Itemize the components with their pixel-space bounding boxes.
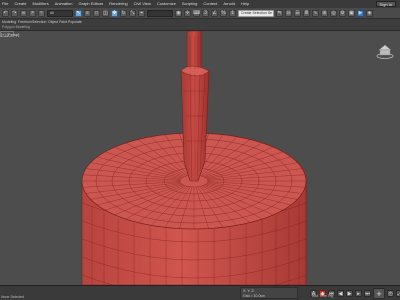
- coord-z-label[interactable]: Z:: [251, 289, 254, 293]
- select-and-move-icon[interactable]: ✥: [111, 9, 118, 17]
- viewport-label[interactable]: [+] [Persp]: [1, 32, 19, 37]
- menu-arnold[interactable]: Arnold: [223, 0, 235, 8]
- select-and-scale-icon[interactable]: ⤡: [129, 9, 136, 17]
- percent-snap-icon[interactable]: %: [220, 9, 227, 17]
- menu-create[interactable]: Create: [14, 0, 26, 8]
- unlink-icon[interactable]: ≠: [29, 9, 36, 17]
- maximize-viewport-icon[interactable]: ⤢: [396, 290, 400, 297]
- select-and-rotate-icon[interactable]: ↻: [120, 9, 127, 17]
- angle-snap-icon[interactable]: ∠: [211, 9, 218, 17]
- pan-view-icon[interactable]: +: [373, 288, 385, 299]
- selection-status: None Selected: [1, 295, 24, 299]
- menu-graph-editors[interactable]: Graph Editors: [79, 0, 104, 8]
- scene-3d: [81, 31, 307, 285]
- ribbon-panel-polygon-modeling[interactable]: Polygon Modeling: [2, 25, 30, 29]
- redo-icon[interactable]: ↷: [11, 9, 18, 17]
- menu-file[interactable]: File: [2, 0, 8, 8]
- next-frame-icon[interactable]: ▸: [355, 290, 362, 297]
- rod-object[interactable]: [180, 31, 210, 182]
- coordinate-display: X: Y: Z: Grid = 10.0cm: [240, 287, 298, 299]
- bind-space-warp-icon[interactable]: ≈: [38, 9, 45, 17]
- status-bar: None Selected X: Y: Z: Grid = 10.0cm A ◆…: [0, 285, 400, 300]
- ribbon-tab-freeform[interactable]: Freeform: [18, 20, 32, 24]
- reference-coordinate-dropdown[interactable]: [147, 9, 173, 17]
- menu-animation[interactable]: Animation: [55, 0, 73, 8]
- selection-filter-dropdown[interactable]: All: [47, 9, 73, 17]
- menu-bar: File Create Modifiers Animation Graph Ed…: [0, 0, 400, 8]
- toggle-scene-explorer-icon[interactable]: ☰: [294, 9, 301, 17]
- menu-civil-view[interactable]: Civil View: [134, 0, 151, 8]
- rendered-frame-window-icon[interactable]: ▣: [348, 9, 355, 17]
- select-by-name-icon[interactable]: ≡: [84, 9, 91, 17]
- coord-y-label[interactable]: Y:: [247, 289, 250, 293]
- rectangular-selection-icon[interactable]: □: [93, 9, 100, 17]
- select-object-icon[interactable]: ↖: [75, 9, 82, 17]
- render-iterative-icon[interactable]: ◈: [366, 9, 373, 17]
- menu-help[interactable]: Help: [241, 0, 249, 8]
- menu-rendering[interactable]: Rendering: [109, 0, 127, 8]
- named-selection-sets-dropdown[interactable]: Create Selection Se: [238, 9, 274, 17]
- ribbon: Modeling Freeform Selection Object Paint…: [0, 19, 400, 31]
- select-and-place-icon[interactable]: ⌖: [138, 9, 145, 17]
- main-toolbar: ↶ ↷ ∞ ≠ ≈ All ↖ ≡ □ ◫ ✥ ↻ ⤡ ⌖ ◉ ✛ ⌨ 3 ∠ …: [0, 8, 400, 19]
- coord-x-label[interactable]: X:: [243, 289, 246, 293]
- menu-scripting[interactable]: Scripting: [182, 0, 198, 8]
- menu-modifiers[interactable]: Modifiers: [32, 0, 48, 8]
- mirror-icon[interactable]: ⇋: [276, 9, 283, 17]
- orbit-icon[interactable]: ◴: [387, 290, 394, 297]
- play-icon[interactable]: ▶: [346, 290, 353, 297]
- render-production-icon[interactable]: ▶: [357, 9, 364, 17]
- add-time-tag[interactable]: Add Time Tag: [312, 294, 333, 298]
- grid-size: Grid = 10.0cm: [243, 294, 266, 298]
- pivot-point-icon[interactable]: ◉: [175, 9, 182, 17]
- viewcube-home-icon[interactable]: [376, 43, 394, 59]
- link-icon[interactable]: ∞: [20, 9, 27, 17]
- ribbon-tab-selection[interactable]: Selection: [32, 20, 46, 24]
- window-crossing-icon[interactable]: ◫: [102, 9, 109, 17]
- sign-in-button[interactable]: Sign In: [375, 1, 396, 7]
- keyboard-shortcut-icon[interactable]: ⌨: [193, 9, 200, 17]
- perspective-viewport[interactable]: [+] [Persp]: [0, 31, 400, 285]
- menu-content[interactable]: Content: [203, 0, 217, 8]
- render-setup-icon[interactable]: ⚙: [339, 9, 346, 17]
- undo-icon[interactable]: ↶: [2, 9, 9, 17]
- menu-customize[interactable]: Customize: [157, 0, 176, 8]
- align-icon[interactable]: ⊟: [285, 9, 292, 17]
- ribbon-tab-object-paint[interactable]: Object Paint: [48, 20, 67, 24]
- go-to-end-icon[interactable]: ⏭: [364, 290, 371, 297]
- schematic-view-icon[interactable]: ⊞: [321, 9, 328, 17]
- spinner-snap-icon[interactable]: ⇕: [229, 9, 236, 17]
- manipulate-icon[interactable]: ✛: [184, 9, 191, 17]
- previous-frame-icon[interactable]: ◀: [337, 290, 344, 297]
- ribbon-tab-populate[interactable]: Populate: [68, 20, 82, 24]
- snaps-toggle-icon[interactable]: 3: [202, 9, 209, 17]
- ribbon-tab-modeling[interactable]: Modeling: [2, 20, 16, 24]
- curve-editor-icon[interactable]: ∿: [312, 9, 319, 17]
- toggle-layer-explorer-icon[interactable]: ≣: [303, 9, 310, 17]
- material-editor-icon[interactable]: ◎: [330, 9, 337, 17]
